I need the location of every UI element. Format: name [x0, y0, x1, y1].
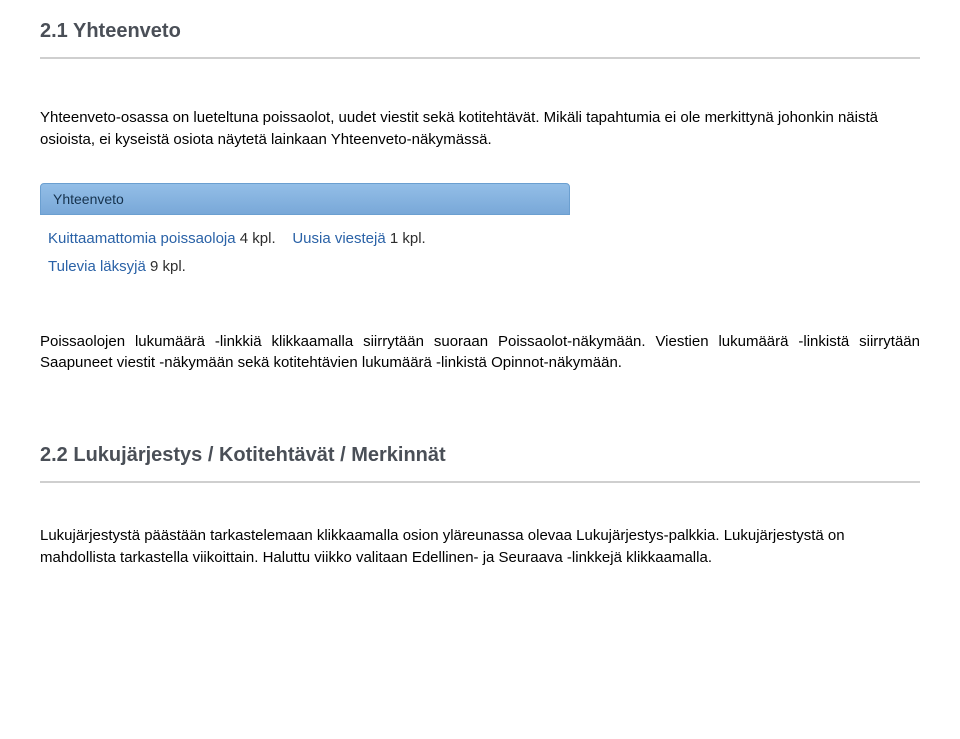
- section-heading-2-1: 2.1 Yhteenveto: [40, 20, 920, 43]
- section-2-2-paragraph-1: Lukujärjestystä päästään tarkastelemaan …: [40, 525, 920, 569]
- section-heading-2-2: 2.2 Lukujärjestys / Kotitehtävät / Merki…: [40, 444, 920, 467]
- messages-link[interactable]: Uusia viestejä: [292, 230, 385, 247]
- absences-count: 4 kpl.: [240, 230, 276, 247]
- section-2-1-paragraph-2: Poissaolojen lukumäärä -linkkiä klikkaam…: [40, 331, 920, 375]
- messages-count: 1 kpl.: [390, 230, 426, 247]
- yhteenveto-panel: Yhteenveto Kuittaamattomia poissaoloja 4…: [40, 183, 570, 285]
- divider: [40, 481, 920, 483]
- panel-header[interactable]: Yhteenveto: [40, 183, 570, 215]
- upcoming-count: 9 kpl.: [150, 258, 186, 275]
- panel-body: Kuittaamattomia poissaoloja 4 kpl. Uusia…: [40, 215, 570, 285]
- panel-row-2: Tulevia läksyjä 9 kpl.: [48, 255, 566, 279]
- upcoming-link[interactable]: Tulevia läksyjä: [48, 258, 146, 275]
- page: 2.1 Yhteenveto Yhteenveto-osassa on luet…: [0, 0, 960, 609]
- divider: [40, 57, 920, 59]
- section-2-1-paragraph-1: Yhteenveto-osassa on lueteltuna poissaol…: [40, 107, 920, 151]
- panel-row-1: Kuittaamattomia poissaoloja 4 kpl. Uusia…: [48, 227, 566, 251]
- absences-link[interactable]: Kuittaamattomia poissaoloja: [48, 230, 236, 247]
